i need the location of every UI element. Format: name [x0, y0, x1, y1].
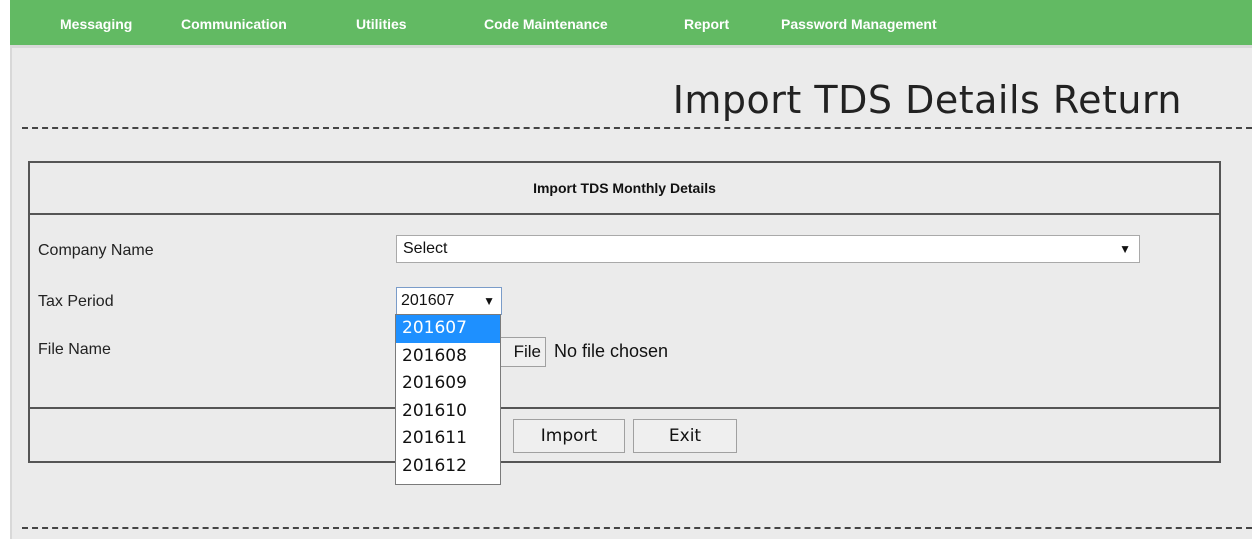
chevron-down-icon: ▼ [483, 294, 495, 308]
tax-period-dropdown-list: 201607 201608 201609 201610 201611 20161… [395, 314, 501, 485]
nav-item-code-maintenance[interactable]: Code Maintenance [484, 16, 608, 32]
file-status: No file chosen [554, 341, 669, 361]
nav-item-messaging[interactable]: Messaging [60, 16, 132, 32]
nav-item-communication[interactable]: Communication [181, 16, 287, 32]
chevron-down-icon: ▼ [1119, 242, 1131, 256]
dropdown-option[interactable]: 201610 [396, 398, 500, 426]
choose-file-button[interactable]: File [496, 337, 546, 367]
company-name-select[interactable]: Select ▼ [396, 235, 1140, 263]
import-button[interactable]: Import [513, 419, 625, 453]
nav-item-password-management[interactable]: Password Management [781, 16, 937, 32]
title-divider [22, 127, 1252, 129]
file-name-label: File Name [38, 341, 111, 358]
tax-period-label: Tax Period [38, 293, 114, 310]
exit-button[interactable]: Exit [633, 419, 737, 453]
panel-header: Import TDS Monthly Details [30, 163, 1219, 215]
dropdown-option[interactable]: 201609 [396, 370, 500, 398]
company-name-value: Select [403, 240, 448, 257]
dropdown-option[interactable]: 201608 [396, 343, 500, 371]
company-name-label: Company Name [38, 242, 154, 259]
left-border [10, 0, 12, 539]
dropdown-option[interactable]: 201607 [396, 315, 500, 343]
page-title: Import TDS Details Return [672, 78, 1182, 122]
nav-item-report[interactable]: Report [684, 16, 729, 32]
nav-item-utilities[interactable]: Utilities [356, 16, 407, 32]
bottom-divider [22, 527, 1252, 529]
tax-period-select[interactable]: 201607 ▼ [396, 287, 502, 315]
top-nav: Messaging Communication Utilities Code M… [10, 0, 1252, 48]
dropdown-option[interactable]: 201612 [396, 453, 500, 481]
dropdown-option[interactable]: 201611 [396, 425, 500, 453]
tax-period-value: 201607 [401, 292, 455, 309]
panel-footer: Import Exit [30, 407, 1219, 461]
import-panel: Import TDS Monthly Details Company Name … [28, 161, 1221, 463]
